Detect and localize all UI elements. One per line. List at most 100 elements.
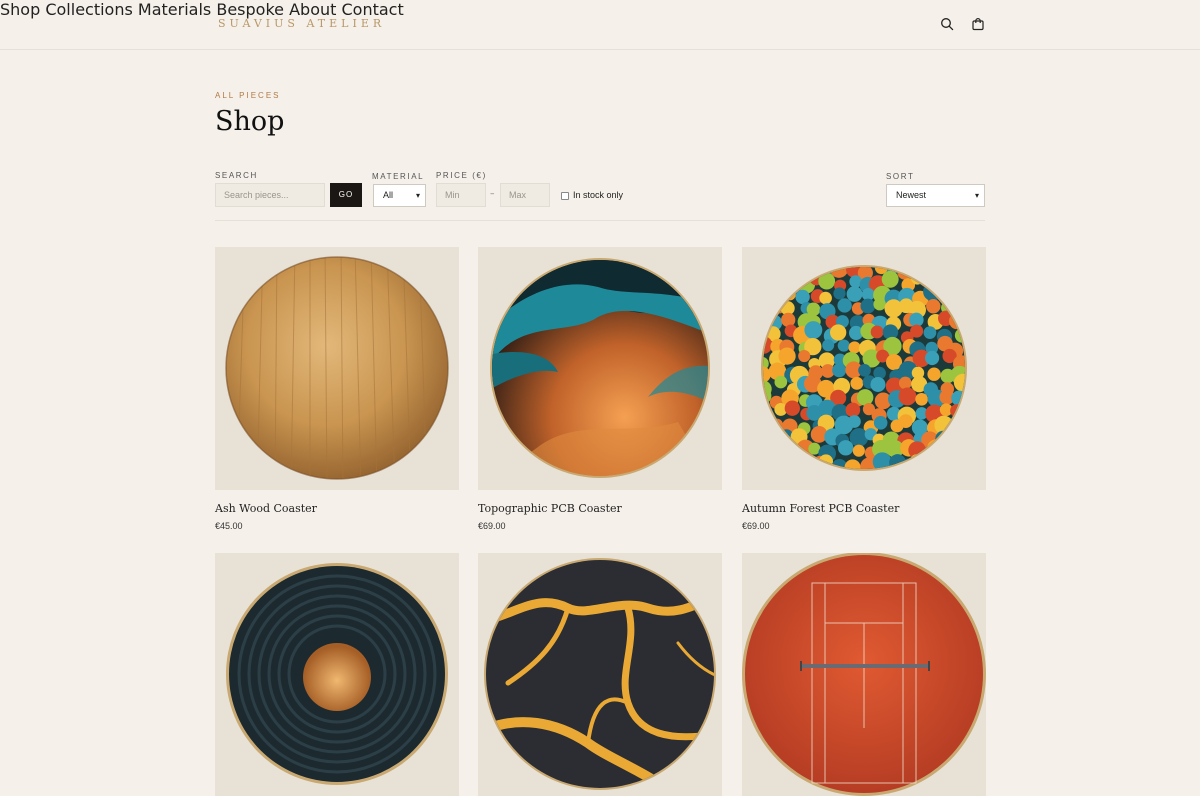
tree-dot (770, 267, 783, 276)
price-separator: – (490, 189, 495, 199)
tree-dot (873, 416, 888, 430)
tree-dot (763, 277, 772, 293)
filter-divider (215, 220, 985, 221)
product-card[interactable] (742, 553, 986, 796)
tree-dot (778, 347, 796, 365)
product-card[interactable] (478, 553, 722, 796)
tree-dot (763, 267, 771, 276)
tree-dot (796, 267, 813, 274)
tree-dot (779, 452, 798, 469)
page-title: Shop (215, 106, 285, 137)
product-card[interactable]: Autumn Forest PCB Coaster €69.00 (742, 247, 986, 531)
tree-dot (926, 439, 946, 458)
cart-icon[interactable] (971, 17, 985, 31)
material-label: MATERIAL (372, 172, 425, 181)
tree-dot (858, 363, 871, 377)
nav-shop[interactable]: Shop (0, 0, 40, 19)
product-image[interactable] (215, 247, 459, 490)
material-select[interactable]: All ▾ (373, 184, 426, 207)
tree-dot (804, 321, 823, 339)
product-card[interactable]: Ash Wood Coaster €45.00 (215, 247, 459, 531)
price-label: PRICE (€) (436, 171, 487, 180)
product-price: €69.00 (478, 521, 506, 531)
tree-dot (846, 286, 863, 302)
product-image[interactable] (742, 247, 986, 490)
go-button[interactable]: GO (330, 183, 362, 207)
tree-dot (856, 389, 874, 406)
tree-dot (838, 440, 854, 456)
tree-dot (763, 418, 774, 438)
sort-select[interactable]: Newest ▾ (886, 184, 985, 207)
tree-dot (798, 349, 811, 363)
tree-dot (844, 459, 861, 469)
product-name[interactable]: Topographic PCB Coaster (478, 502, 622, 515)
product-name[interactable]: Autumn Forest PCB Coaster (742, 502, 899, 515)
tree-dot (881, 270, 899, 288)
tree-dot (837, 298, 852, 313)
tree-dot (915, 392, 928, 406)
tree-dot (784, 400, 800, 416)
tree-dot (769, 457, 786, 469)
tree-dot (950, 420, 965, 437)
brand-logo[interactable]: SUAVIUS ATELIER (218, 17, 385, 30)
product-card[interactable] (215, 553, 459, 796)
tree-dot (922, 267, 938, 275)
tree-dot (781, 312, 796, 327)
tree-dot (848, 341, 861, 354)
tree-dot (779, 275, 798, 294)
tree-dot (947, 452, 965, 469)
search-input[interactable]: Search pieces... (215, 183, 325, 207)
material-select-value: All (383, 190, 394, 200)
search-icon[interactable] (940, 17, 954, 31)
tree-dot (925, 350, 940, 366)
tree-dot (953, 373, 965, 392)
product-name[interactable]: Ash Wood Coaster (215, 502, 317, 515)
tree-dot (819, 291, 832, 305)
tree-dot (774, 447, 787, 460)
tree-dot (763, 387, 772, 404)
product-image[interactable] (478, 553, 722, 796)
tree-dot (870, 325, 884, 339)
nav-collections[interactable]: Collections (45, 0, 132, 19)
product-image[interactable] (478, 247, 722, 490)
tree-dot (898, 387, 917, 406)
tree-dot (832, 363, 847, 378)
tree-dot (898, 414, 913, 429)
chevron-down-icon: ▾ (974, 191, 979, 200)
tree-dot (792, 456, 806, 469)
tree-dot (763, 409, 772, 422)
tree-dot (938, 271, 953, 286)
product-image[interactable] (215, 553, 459, 796)
tree-dot (766, 271, 784, 289)
tree-dot (774, 375, 788, 389)
instock-checkbox[interactable] (561, 192, 569, 200)
tree-dot (870, 376, 886, 392)
tree-dot (933, 267, 951, 277)
tree-dot (770, 284, 786, 300)
tree-dot (860, 298, 876, 314)
product-price: €45.00 (215, 521, 243, 531)
tree-dot (949, 285, 965, 304)
price-min-input[interactable]: Min (436, 183, 486, 207)
product-image[interactable] (742, 553, 986, 796)
tree-dot (954, 430, 965, 445)
tree-dot (767, 434, 782, 449)
tree-dot (833, 287, 846, 300)
tree-dot (910, 324, 924, 338)
tree-dot (852, 444, 865, 457)
tree-dot (763, 439, 772, 456)
tree-dot (763, 429, 769, 448)
tree-dot (898, 376, 912, 390)
tree-dot (822, 339, 835, 352)
tree-dot (849, 428, 869, 447)
nav-materials[interactable]: Materials (138, 0, 211, 19)
tree-dot (837, 339, 850, 352)
price-max-input[interactable]: Max (500, 183, 550, 207)
tree-dot (845, 402, 861, 418)
sort-label: SORT (886, 172, 915, 181)
chevron-down-icon: ▾ (415, 191, 420, 200)
tree-dot (937, 444, 953, 459)
product-card[interactable]: Topographic PCB Coaster €69.00 (478, 247, 722, 531)
search-label: SEARCH (215, 171, 258, 180)
instock-label[interactable]: In stock only (573, 190, 623, 200)
